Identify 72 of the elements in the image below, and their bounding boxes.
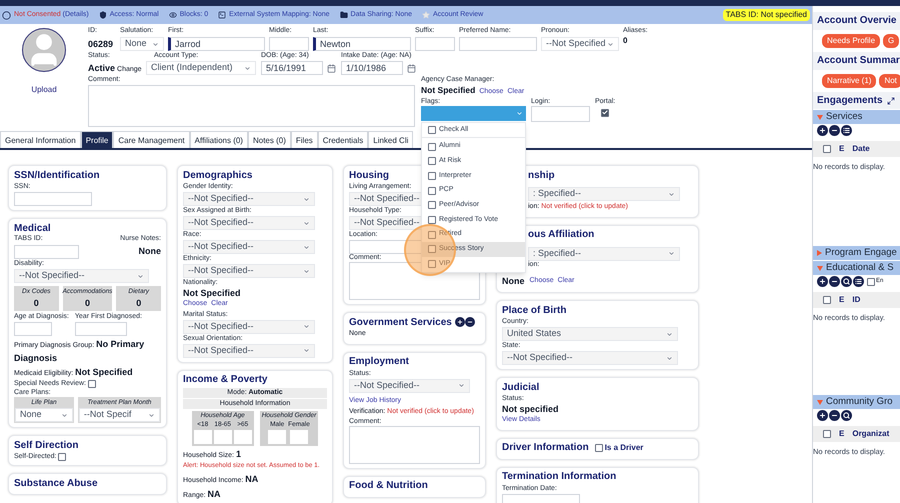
select-field[interactable]: None	[15, 408, 73, 422]
section-title: SSN/Identification	[14, 168, 100, 182]
checkbox-label: Is a Driver	[604, 442, 644, 454]
section-title: nship	[528, 168, 555, 182]
column-header: E	[839, 294, 844, 306]
tab[interactable]: Notes (0)	[248, 131, 291, 148]
input-field[interactable]: 1/10/1986	[341, 61, 403, 75]
column-header: Organizat	[852, 428, 890, 440]
select-field[interactable]: --Not Specified--	[183, 216, 316, 230]
section-header[interactable]: Community Gro	[813, 395, 900, 409]
section-title: Government Services	[349, 316, 452, 328]
field-value: None	[502, 274, 524, 288]
field-value: Not specified	[502, 403, 560, 415]
section-title: Demographics	[183, 168, 252, 182]
section-title: Self Direction	[14, 438, 78, 452]
tab[interactable]: General Information	[0, 131, 81, 148]
column-header: E	[839, 428, 844, 440]
section-title: Housing	[349, 168, 389, 182]
select-field[interactable]: : Specified--	[528, 246, 680, 260]
section-title: Driver Information	[502, 441, 589, 454]
panel-heading: Account Summar	[813, 52, 900, 70]
section-title: Place of Birth	[502, 304, 566, 316]
column-header: E	[839, 143, 844, 155]
section-header[interactable]: Services	[813, 110, 900, 124]
select-field[interactable]: --Not Specified--	[183, 344, 316, 358]
status-value: Active	[88, 62, 116, 75]
tab[interactable]: Files	[290, 131, 318, 148]
select-field[interactable]: United States	[502, 327, 678, 341]
field-value: Not Specified	[183, 287, 242, 299]
select-field[interactable]: --Not Specified--	[502, 351, 678, 365]
panel-heading: Account Overvie	[813, 12, 900, 30]
section-header[interactable]: Program Engage	[813, 246, 900, 260]
count-value: 0	[136, 296, 142, 310]
section-title: Income & Poverty	[183, 373, 268, 386]
id-value: 06289	[88, 38, 114, 51]
section-title: Food & Nutrition	[349, 479, 428, 492]
aliases-value: 0	[623, 35, 628, 47]
panel-heading: Engagements	[817, 94, 883, 108]
section-title: Termination Information	[502, 470, 616, 483]
section-title: ous Affiliation	[528, 228, 594, 241]
column-header: Date	[852, 143, 870, 155]
tab[interactable]: Credentials	[318, 131, 368, 148]
select-field[interactable]: --Not Specified--	[183, 264, 316, 278]
tab[interactable]: Affiliations (0)	[190, 131, 248, 148]
tab[interactable]: Care Management	[113, 131, 190, 148]
select-field[interactable]: None	[120, 37, 164, 51]
tab[interactable]: Linked Cli	[368, 131, 414, 148]
input-field[interactable]: Newton	[313, 37, 411, 51]
select-field[interactable]: --Not Specified	[541, 37, 619, 51]
case-manager-value: Not Specified	[421, 84, 476, 97]
select-field[interactable]: : Specified--	[528, 187, 680, 201]
section-title: Employment	[349, 355, 410, 368]
section-title: Judicial	[502, 380, 540, 394]
select-field[interactable]: --Not Specified--	[183, 240, 316, 254]
field-value: None	[138, 245, 161, 258]
input-field[interactable]: Jarrod	[168, 37, 265, 51]
section-header[interactable]: Educational & S	[813, 261, 900, 275]
section-title: Medical	[14, 222, 51, 234]
select-field[interactable]: --Not Specified--	[183, 192, 316, 206]
select-field[interactable]: --Not Specif	[78, 408, 160, 422]
column-header: ID	[852, 294, 860, 306]
tab[interactable]: Profile	[80, 131, 114, 148]
select-field[interactable]: Client (Independent)	[146, 61, 256, 75]
count-value: 0	[34, 296, 39, 310]
upload-link[interactable]: Upload	[31, 84, 57, 96]
select-field[interactable]: --Not Specified--	[183, 320, 316, 334]
count-value: 0	[85, 296, 90, 310]
select-field[interactable]: --Not Specified--	[349, 378, 470, 392]
tabs-id-badge: TABS ID: Not specified	[722, 9, 810, 21]
select-field[interactable]: --Not Specified--	[14, 269, 150, 283]
input-field[interactable]: 5/16/1991	[261, 61, 323, 75]
section-title: Substance Abuse	[14, 476, 98, 490]
